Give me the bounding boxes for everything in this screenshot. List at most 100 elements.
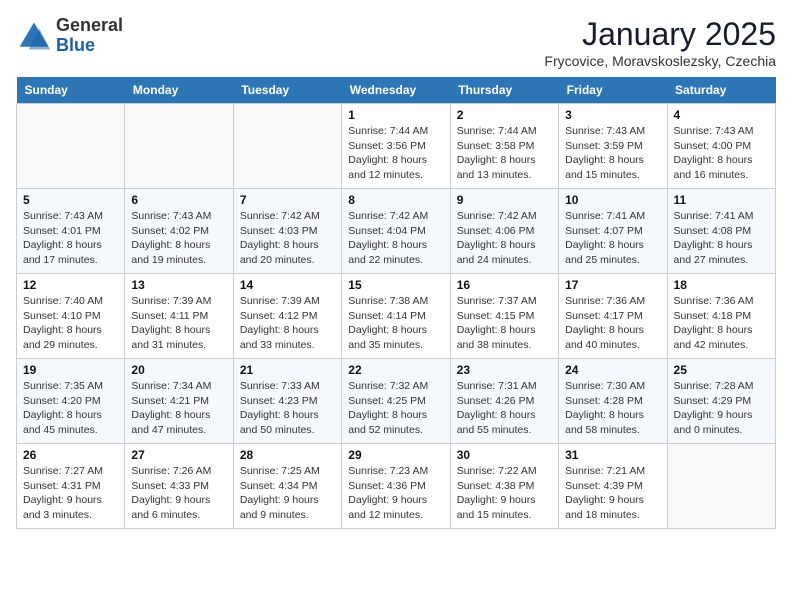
day-number: 10 <box>565 193 660 207</box>
header-day-tuesday: Tuesday <box>233 77 341 104</box>
day-number: 18 <box>674 278 769 292</box>
logo-general-text: General <box>56 16 123 36</box>
day-info: Sunrise: 7:32 AM Sunset: 4:25 PM Dayligh… <box>348 379 443 438</box>
week-row-4: 19Sunrise: 7:35 AM Sunset: 4:20 PM Dayli… <box>17 359 776 444</box>
calendar-cell: 28 Sunrise: 7:25 AM Sunset: 4:34 PM Dayli… <box>233 444 341 529</box>
calendar-cell: 15Sunrise: 7:38 AM Sunset: 4:14 PM Dayli… <box>342 274 450 359</box>
calendar-title: January 2025 <box>544 16 776 53</box>
day-info: Sunrise: 7:22 AM Sunset: 4:38 PM Dayligh… <box>457 464 552 523</box>
day-number: 24 <box>565 363 660 377</box>
calendar-cell: 8 Sunrise: 7:42 AM Sunset: 4:04 PM Daylig… <box>342 189 450 274</box>
day-info: Sunrise: 7:43 AM Sunset: 4:02 PM Dayligh… <box>131 209 226 268</box>
day-info: Sunrise: 7:42 AM Sunset: 4:04 PM Dayligh… <box>348 209 443 268</box>
day-number: 25 <box>674 363 769 377</box>
calendar-cell: 27Sunrise: 7:26 AM Sunset: 4:33 PM Dayli… <box>125 444 233 529</box>
day-number: 17 <box>565 278 660 292</box>
day-info: Sunrise: 7:43 AM Sunset: 4:00 PM Dayligh… <box>674 124 769 183</box>
day-number: 27 <box>131 448 226 462</box>
header-row: SundayMondayTuesdayWednesdayThursdayFrid… <box>17 77 776 104</box>
calendar-cell: 29 Sunrise: 7:23 AM Sunset: 4:36 PM Dayli… <box>342 444 450 529</box>
calendar-cell: 12Sunrise: 7:40 AM Sunset: 4:10 PM Dayli… <box>17 274 125 359</box>
calendar-cell: 26 Sunrise: 7:27 AM Sunset: 4:31 PM Dayli… <box>17 444 125 529</box>
day-info: Sunrise: 7:28 AM Sunset: 4:29 PM Dayligh… <box>674 379 769 438</box>
calendar-cell: 23Sunrise: 7:31 AM Sunset: 4:26 PM Dayli… <box>450 359 558 444</box>
day-number: 26 <box>23 448 118 462</box>
calendar-cell: 11Sunrise: 7:41 AM Sunset: 4:08 PM Dayli… <box>667 189 775 274</box>
day-number: 20 <box>131 363 226 377</box>
day-number: 11 <box>674 193 769 207</box>
day-info: Sunrise: 7:43 AM Sunset: 3:59 PM Dayligh… <box>565 124 660 183</box>
day-info: Sunrise: 7:39 AM Sunset: 4:11 PM Dayligh… <box>131 294 226 353</box>
day-info: Sunrise: 7:44 AM Sunset: 3:58 PM Dayligh… <box>457 124 552 183</box>
day-number: 9 <box>457 193 552 207</box>
calendar-cell <box>233 104 341 189</box>
week-row-2: 5Sunrise: 7:43 AM Sunset: 4:01 PM Daylig… <box>17 189 776 274</box>
day-info: Sunrise: 7:44 AM Sunset: 3:56 PM Dayligh… <box>348 124 443 183</box>
logo-text: General Blue <box>56 16 123 56</box>
calendar-header: SundayMondayTuesdayWednesdayThursdayFrid… <box>17 77 776 104</box>
day-number: 16 <box>457 278 552 292</box>
day-number: 8 <box>348 193 443 207</box>
day-info: Sunrise: 7:37 AM Sunset: 4:15 PM Dayligh… <box>457 294 552 353</box>
week-row-3: 12Sunrise: 7:40 AM Sunset: 4:10 PM Dayli… <box>17 274 776 359</box>
calendar-cell: 25 Sunrise: 7:28 AM Sunset: 4:29 PM Dayli… <box>667 359 775 444</box>
calendar-cell: 10Sunrise: 7:41 AM Sunset: 4:07 PM Dayli… <box>559 189 667 274</box>
calendar-cell: 3 Sunrise: 7:43 AM Sunset: 3:59 PM Daylig… <box>559 104 667 189</box>
calendar-cell: 2 Sunrise: 7:44 AM Sunset: 3:58 PM Daylig… <box>450 104 558 189</box>
calendar-cell: 21 Sunrise: 7:33 AM Sunset: 4:23 PM Dayli… <box>233 359 341 444</box>
calendar-cell <box>667 444 775 529</box>
header-day-friday: Friday <box>559 77 667 104</box>
day-number: 30 <box>457 448 552 462</box>
day-number: 1 <box>348 108 443 122</box>
calendar-cell: 16 Sunrise: 7:37 AM Sunset: 4:15 PM Dayli… <box>450 274 558 359</box>
header-day-saturday: Saturday <box>667 77 775 104</box>
day-number: 7 <box>240 193 335 207</box>
title-block: January 2025 Frycovice, Moravskoslezsky,… <box>544 16 776 69</box>
calendar-cell <box>125 104 233 189</box>
calendar-cell: 20Sunrise: 7:34 AM Sunset: 4:21 PM Dayli… <box>125 359 233 444</box>
day-info: Sunrise: 7:27 AM Sunset: 4:31 PM Dayligh… <box>23 464 118 523</box>
logo-blue-text: Blue <box>56 36 123 56</box>
calendar-cell: 1 Sunrise: 7:44 AM Sunset: 3:56 PM Daylig… <box>342 104 450 189</box>
logo: General Blue <box>16 16 123 56</box>
calendar-cell: 22 Sunrise: 7:32 AM Sunset: 4:25 PM Dayli… <box>342 359 450 444</box>
calendar-cell <box>17 104 125 189</box>
day-info: Sunrise: 7:21 AM Sunset: 4:39 PM Dayligh… <box>565 464 660 523</box>
calendar-cell: 13 Sunrise: 7:39 AM Sunset: 4:11 PM Dayli… <box>125 274 233 359</box>
day-number: 21 <box>240 363 335 377</box>
day-info: Sunrise: 7:43 AM Sunset: 4:01 PM Dayligh… <box>23 209 118 268</box>
calendar-cell: 30 Sunrise: 7:22 AM Sunset: 4:38 PM Dayli… <box>450 444 558 529</box>
day-info: Sunrise: 7:40 AM Sunset: 4:10 PM Dayligh… <box>23 294 118 353</box>
day-info: Sunrise: 7:30 AM Sunset: 4:28 PM Dayligh… <box>565 379 660 438</box>
day-info: Sunrise: 7:42 AM Sunset: 4:06 PM Dayligh… <box>457 209 552 268</box>
calendar-cell: 24 Sunrise: 7:30 AM Sunset: 4:28 PM Dayli… <box>559 359 667 444</box>
day-number: 31 <box>565 448 660 462</box>
calendar-cell: 31 Sunrise: 7:21 AM Sunset: 4:39 PM Dayli… <box>559 444 667 529</box>
day-info: Sunrise: 7:33 AM Sunset: 4:23 PM Dayligh… <box>240 379 335 438</box>
day-info: Sunrise: 7:39 AM Sunset: 4:12 PM Dayligh… <box>240 294 335 353</box>
page-header: General Blue January 2025 Frycovice, Mor… <box>16 16 776 69</box>
day-number: 3 <box>565 108 660 122</box>
day-number: 29 <box>348 448 443 462</box>
day-number: 4 <box>674 108 769 122</box>
day-number: 14 <box>240 278 335 292</box>
week-row-5: 26 Sunrise: 7:27 AM Sunset: 4:31 PM Dayli… <box>17 444 776 529</box>
calendar-body: 1 Sunrise: 7:44 AM Sunset: 3:56 PM Daylig… <box>17 104 776 529</box>
day-info: Sunrise: 7:38 AM Sunset: 4:14 PM Dayligh… <box>348 294 443 353</box>
calendar-cell: 17 Sunrise: 7:36 AM Sunset: 4:17 PM Dayli… <box>559 274 667 359</box>
day-number: 13 <box>131 278 226 292</box>
calendar-cell: 9 Sunrise: 7:42 AM Sunset: 4:06 PM Daylig… <box>450 189 558 274</box>
header-day-monday: Monday <box>125 77 233 104</box>
calendar-cell: 14 Sunrise: 7:39 AM Sunset: 4:12 PM Dayli… <box>233 274 341 359</box>
day-number: 2 <box>457 108 552 122</box>
day-info: Sunrise: 7:23 AM Sunset: 4:36 PM Dayligh… <box>348 464 443 523</box>
day-number: 22 <box>348 363 443 377</box>
day-info: Sunrise: 7:36 AM Sunset: 4:18 PM Dayligh… <box>674 294 769 353</box>
day-info: Sunrise: 7:25 AM Sunset: 4:34 PM Dayligh… <box>240 464 335 523</box>
calendar-cell: 7Sunrise: 7:42 AM Sunset: 4:03 PM Daylig… <box>233 189 341 274</box>
calendar-table: SundayMondayTuesdayWednesdayThursdayFrid… <box>16 77 776 529</box>
day-info: Sunrise: 7:35 AM Sunset: 4:20 PM Dayligh… <box>23 379 118 438</box>
day-number: 28 <box>240 448 335 462</box>
day-info: Sunrise: 7:36 AM Sunset: 4:17 PM Dayligh… <box>565 294 660 353</box>
calendar-cell: 6Sunrise: 7:43 AM Sunset: 4:02 PM Daylig… <box>125 189 233 274</box>
